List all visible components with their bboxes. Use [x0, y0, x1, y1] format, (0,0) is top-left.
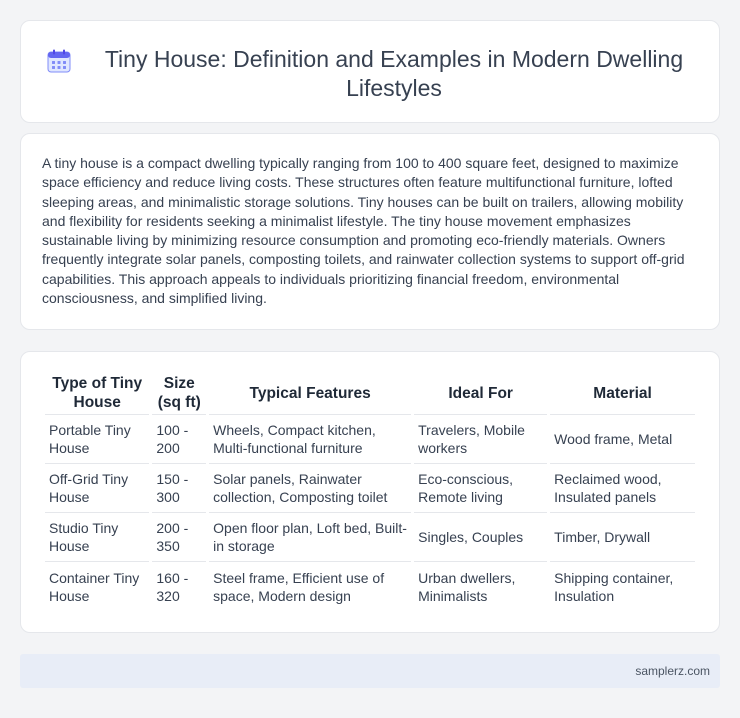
- calendar-icon: [46, 48, 72, 74]
- cell-material: Wood frame, Metal: [550, 415, 695, 464]
- cell-size: 150 - 300: [152, 464, 207, 513]
- cell-size: 200 - 350: [152, 513, 207, 562]
- header-card: Tiny House: Definition and Examples in M…: [20, 20, 720, 123]
- header-material: Material: [550, 372, 695, 415]
- footer-bar: samplerz.com: [20, 654, 720, 688]
- cell-features: Open floor plan, Loft bed, Built-in stor…: [209, 513, 412, 562]
- cell-features: Steel frame, Efficient use of space, Mod…: [213, 569, 385, 604]
- cell-features: Solar panels, Rainwater collection, Comp…: [209, 464, 412, 513]
- cell-type: Off-Grid Tiny House: [45, 464, 150, 513]
- table-row: Off-Grid Tiny House 150 - 300 Solar pane…: [45, 464, 695, 513]
- table-card: Type of Tiny House Size (sq ft) Typical …: [20, 351, 720, 633]
- cell-type: Studio Tiny House: [45, 513, 150, 562]
- footer-source-link[interactable]: samplerz.com: [635, 664, 710, 678]
- cell-type: Portable Tiny House: [45, 415, 150, 464]
- cell-size: 100 - 200: [152, 415, 207, 464]
- header-size: Size (sq ft): [152, 372, 207, 415]
- cell-material: Reclaimed wood, Insulated panels: [550, 464, 695, 513]
- page-title: Tiny House: Definition and Examples in M…: [104, 46, 684, 101]
- description-text: A tiny house is a compact dwelling typic…: [42, 155, 685, 307]
- header-type: Type of Tiny House: [45, 372, 150, 415]
- description-card: A tiny house is a compact dwelling typic…: [20, 133, 720, 330]
- header-ideal-for: Ideal For: [414, 372, 548, 415]
- table-row: Portable Tiny House 100 - 200 Wheels, Co…: [45, 415, 695, 464]
- cell-type: Container Tiny House: [49, 569, 140, 604]
- cell-material: Timber, Drywall: [550, 513, 695, 562]
- table-header-row: Type of Tiny House Size (sq ft) Typical …: [45, 372, 695, 415]
- table-row: Container Tiny House 160 - 320 Steel fra…: [45, 562, 695, 611]
- cell-ideal-for: Travelers, Mobile workers: [414, 415, 548, 464]
- header-features: Typical Features: [209, 372, 412, 415]
- tiny-house-table: Type of Tiny House Size (sq ft) Typical …: [42, 372, 698, 611]
- cell-ideal-for: Eco-conscious, Remote living: [414, 464, 548, 513]
- cell-ideal-for: Urban dwellers, Minimalists: [418, 569, 516, 604]
- cell-material: Shipping container, Insulation: [554, 569, 674, 604]
- cell-features: Wheels, Compact kitchen, Multi-functiona…: [209, 415, 412, 464]
- cell-size: 160 - 320: [156, 569, 189, 604]
- cell-ideal-for: Singles, Couples: [414, 513, 548, 562]
- table-row: Studio Tiny House 200 - 350 Open floor p…: [45, 513, 695, 562]
